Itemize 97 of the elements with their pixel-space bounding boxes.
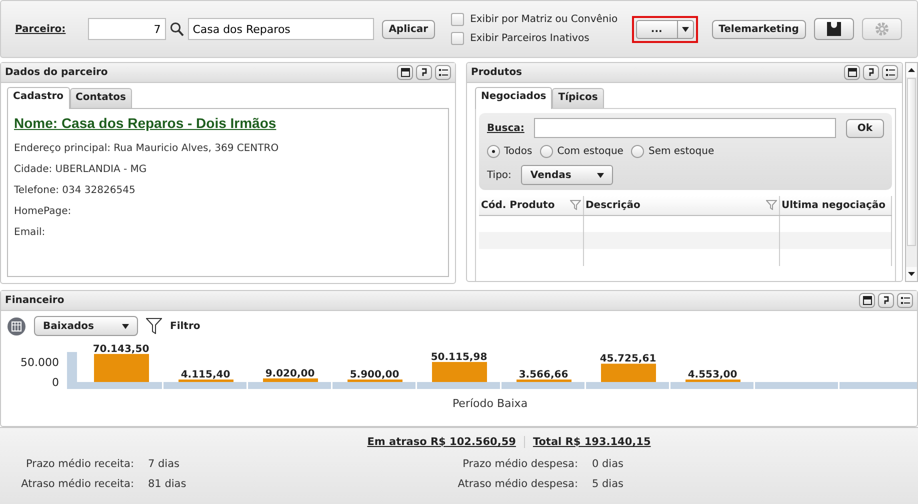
radio-button[interactable] [487, 145, 500, 158]
partner-name-link[interactable]: Nome: Casa dos Reparos - Dois Irmãos [14, 115, 442, 131]
bar [516, 380, 572, 382]
panel-title: Dados do parceiro [5, 67, 109, 78]
value-label: 45.725,61 [600, 354, 656, 365]
stat-value: 7 dias [148, 458, 181, 470]
list-icon [438, 68, 448, 76]
maximize-button[interactable] [859, 293, 875, 308]
window-icon [848, 68, 856, 77]
checkbox[interactable] [451, 13, 464, 26]
tick-label: 0 [52, 376, 59, 389]
value-label: 5.900,00 [350, 370, 400, 380]
options-button[interactable] [897, 293, 913, 308]
radio-label: Sem estoque [648, 146, 714, 157]
detail-line: HomePage: [14, 206, 72, 217]
caret-icon [682, 26, 689, 32]
column-header[interactable]: Ultima negociação [779, 196, 892, 215]
column-header[interactable]: Descrição [583, 196, 779, 215]
bar [94, 354, 149, 382]
restore-button[interactable] [863, 65, 879, 80]
scrollbar[interactable] [905, 62, 918, 282]
bar [686, 380, 740, 382]
overdue-total[interactable]: Em atraso R$ 102.560,59 [367, 436, 516, 448]
tab[interactable]: Contatos [70, 88, 132, 108]
bag-icon [826, 22, 841, 36]
bar [432, 362, 487, 382]
panel-title: Produtos [471, 67, 524, 78]
tick-label: 50.000 [20, 356, 59, 369]
value-label: 4.553,00 [688, 370, 738, 380]
stat-label: Prazo médio receita: [25, 458, 135, 470]
maximize-button[interactable] [397, 65, 413, 80]
restore-button[interactable] [416, 65, 432, 80]
radio-label: Todos [504, 146, 532, 157]
stat-value: 0 dias [592, 458, 625, 470]
bar [178, 380, 234, 382]
filter-icon[interactable] [146, 318, 162, 334]
stat-label: Prazo médio despesa: [462, 458, 579, 470]
tab[interactable]: Típicos [552, 88, 604, 108]
panel-title: Financeiro [5, 295, 66, 306]
value-label: 70.143,50 [92, 344, 150, 355]
apply-button[interactable]: Aplicar [382, 20, 436, 38]
tab[interactable]: Cadastro [7, 87, 70, 109]
value-label: 9.020,00 [265, 368, 315, 380]
ok-button[interactable]: Ok [846, 118, 884, 138]
detail-line: Cidade: UBERLANDIA - MG [14, 164, 148, 175]
axis-title: Período Baixa [452, 397, 528, 410]
grand-total[interactable]: Total R$ 193.140,15 [532, 436, 651, 448]
list-icon [886, 68, 894, 76]
stat-value: 5 dias [592, 478, 625, 490]
bar [348, 380, 402, 382]
more-button[interactable]: ... [636, 20, 678, 38]
arrow-up-icon[interactable] [908, 68, 915, 72]
list-icon [900, 296, 910, 304]
detail-line: Telefone: 034 32826545 [14, 185, 136, 196]
value-label: 3.566,66 [518, 370, 568, 380]
grid-toggle-icon[interactable] [7, 316, 26, 336]
restore-button[interactable] [878, 293, 894, 308]
radio-button[interactable] [631, 145, 644, 158]
type-dropdown[interactable]: Vendas [521, 165, 614, 185]
value-label: 50.115,98 [430, 352, 488, 363]
caret-icon [122, 324, 129, 328]
detail-line: Endereço principal: Rua Mauricio Alves, 369 CENTRO [14, 143, 280, 154]
partner-name-field[interactable]: Casa dos Reparos [188, 18, 374, 40]
tab[interactable]: Negociados [475, 87, 552, 109]
telemarketing-button[interactable]: Telemarketing [712, 20, 806, 38]
maximize-button[interactable] [844, 65, 860, 80]
arrow-down-icon[interactable] [908, 272, 915, 276]
partner-label: Parceiro: [15, 24, 66, 34]
stat-label: Atraso médio despesa: [456, 478, 579, 490]
radio-label: Com estoque [557, 146, 624, 157]
detail-line: Email: [14, 227, 46, 238]
search-label: Busca: [487, 122, 524, 134]
partner-code-field[interactable]: 7 [88, 18, 166, 40]
filter-label[interactable]: Filtro [170, 320, 200, 332]
status-dropdown[interactable]: Baixados [34, 316, 138, 336]
checkbox-label: Exibir Parceiros Inativos [470, 33, 590, 44]
search-icon[interactable] [170, 22, 184, 36]
stat-value: 81 dias [148, 478, 188, 490]
y-axis-bar [67, 352, 77, 382]
window-icon [400, 68, 410, 77]
settings-icon [874, 21, 890, 37]
checkbox-label: Exibir por Matriz ou Convênio [470, 14, 618, 25]
caret-icon [597, 172, 604, 178]
column-header[interactable]: Cód. Produto [479, 196, 583, 215]
radio-button[interactable] [540, 145, 554, 158]
window-icon [862, 296, 872, 305]
options-button[interactable] [435, 65, 451, 80]
bar [263, 378, 318, 382]
type-label: Tipo: [487, 170, 512, 180]
dropdown-button[interactable] [678, 20, 694, 38]
bag-button[interactable] [814, 18, 854, 40]
search-field[interactable] [534, 118, 836, 138]
stat-label: Atraso médio receita: [20, 478, 135, 490]
value-label: 4.115,40 [180, 370, 230, 380]
bar [601, 364, 656, 382]
checkbox[interactable] [451, 32, 464, 45]
options-button[interactable] [882, 65, 898, 80]
